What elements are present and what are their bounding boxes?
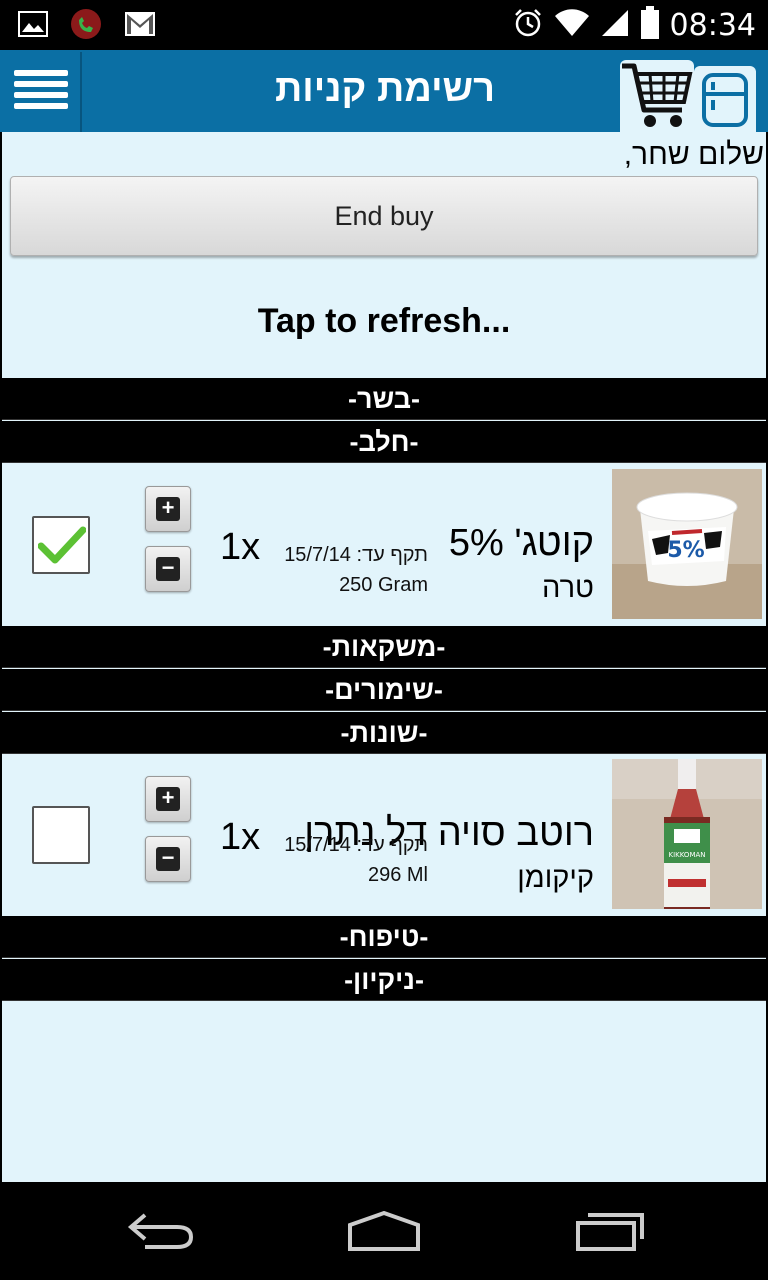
decrease-quantity-button[interactable]: −: [145, 546, 191, 592]
recent-apps-button[interactable]: [570, 1208, 650, 1258]
category-dairy[interactable]: -חלב-: [2, 421, 766, 463]
screen: 08:34 רשימת קניות שלום שחר, End buy Tap …: [0, 0, 768, 1280]
item-brand: טרה: [542, 572, 594, 604]
minus-icon: −: [156, 557, 180, 581]
item-expiry: תקף עד: 15/7/14: [284, 544, 428, 566]
category-drinks[interactable]: -משקאות-: [2, 626, 766, 668]
item-expiry: תקף עד: 15/7/14: [284, 834, 428, 856]
navigation-bar: [0, 1184, 768, 1280]
item-size: 250 Gram: [339, 574, 428, 596]
plus-icon: +: [156, 497, 180, 521]
page-title: רשימת קניות: [274, 68, 496, 110]
shopping-list-content: שלום שחר, End buy Tap to refresh... -בשר…: [2, 132, 766, 1182]
recent-apps-icon: [574, 1211, 646, 1256]
item-quantity: 1x: [220, 816, 261, 858]
item-checkbox[interactable]: [32, 806, 90, 864]
item-size: 296 Ml: [367, 864, 428, 886]
alarm-icon: [512, 7, 544, 44]
product-image: KIKKOMAN: [612, 759, 762, 909]
svg-text:5%: 5%: [667, 538, 704, 563]
end-buy-button[interactable]: End buy: [10, 176, 758, 256]
product-image: 5%: [612, 469, 762, 619]
tab-fridge[interactable]: [694, 66, 756, 132]
category-care[interactable]: -טיפוח-: [2, 916, 766, 958]
menu-button[interactable]: [2, 52, 82, 132]
wifi-icon: [554, 8, 590, 43]
list-item[interactable]: 5% קוטג' 5% טרה תקף עד: 15/7/14 250 Gram…: [2, 464, 766, 624]
decrease-quantity-button[interactable]: −: [145, 836, 191, 882]
category-misc[interactable]: -שונות-: [2, 712, 766, 754]
category-meat[interactable]: -בשר-: [2, 378, 766, 420]
list-item[interactable]: KIKKOMAN רוטב סויה דל נתרן קיקומן תקף עד…: [2, 754, 766, 914]
category-cleaning[interactable]: -ניקיון-: [2, 959, 766, 1001]
item-checkbox[interactable]: [32, 516, 90, 574]
svg-text:KIKKOMAN: KIKKOMAN: [668, 851, 705, 859]
checkmark-icon: [37, 524, 87, 569]
gallery-icon: [18, 11, 48, 42]
increase-quantity-button[interactable]: +: [145, 776, 191, 822]
gmail-icon: [124, 11, 156, 42]
clock: 08:34: [669, 8, 756, 43]
status-bar: 08:34: [0, 0, 768, 50]
increase-quantity-button[interactable]: +: [145, 486, 191, 532]
plus-icon: +: [156, 787, 180, 811]
greeting-text: שלום שחר,: [623, 138, 764, 171]
missed-call-icon: [70, 8, 102, 45]
tab-shopping-cart[interactable]: [620, 60, 694, 132]
home-button[interactable]: [344, 1208, 424, 1258]
minus-icon: −: [156, 847, 180, 871]
back-icon: [125, 1211, 195, 1256]
item-quantity: 1x: [220, 526, 261, 568]
signal-icon: [600, 8, 630, 43]
item-name: קוטג' 5%: [448, 522, 594, 564]
home-icon: [346, 1210, 422, 1256]
hamburger-menu-icon: [14, 69, 68, 116]
app-header: רשימת קניות: [0, 50, 768, 132]
fridge-icon: [701, 72, 749, 133]
refresh-prompt[interactable]: Tap to refresh...: [2, 302, 766, 341]
back-button[interactable]: [120, 1208, 200, 1258]
category-canned[interactable]: -שימורים-: [2, 669, 766, 711]
battery-icon: [640, 6, 660, 45]
shopping-cart-icon: [620, 60, 694, 137]
item-brand: קיקומן: [517, 862, 594, 894]
